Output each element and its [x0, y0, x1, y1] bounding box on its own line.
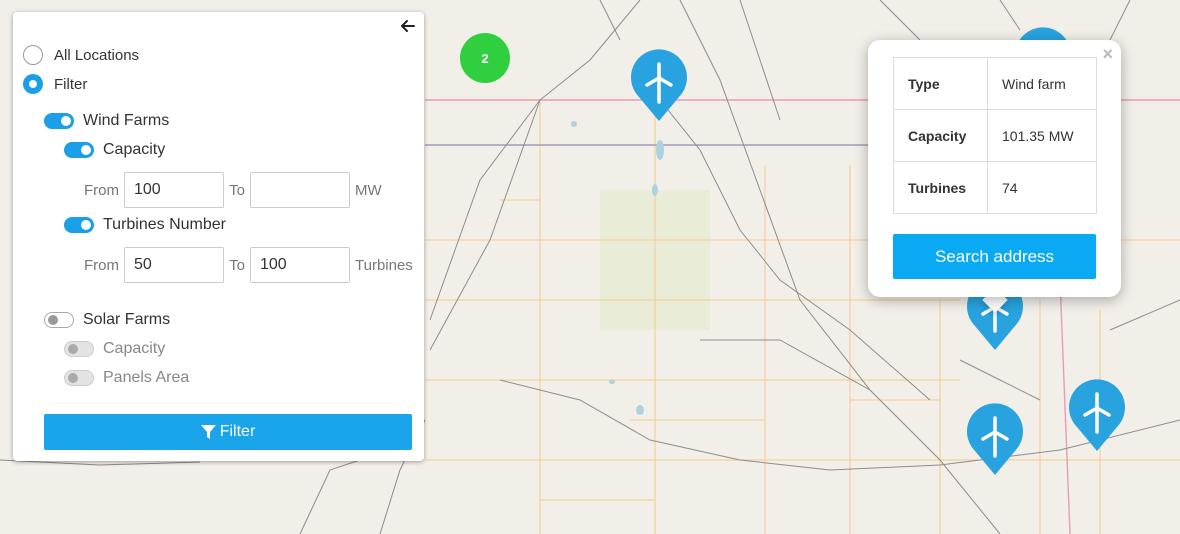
info-popup: × Type Wind farm Capacity 101.35 MW Turb… — [868, 40, 1121, 297]
toggle-switch — [64, 341, 94, 357]
toggle-wind-farms[interactable]: Wind Farms — [44, 112, 169, 130]
toggle-turbines-number[interactable]: Turbines Number — [64, 216, 226, 234]
unit-label: Turbines — [355, 256, 413, 274]
table-row: Turbines 74 — [893, 161, 1097, 214]
filter-button[interactable]: Filter — [44, 414, 412, 450]
to-label: To — [229, 181, 245, 199]
table-row: Type Wind farm — [893, 57, 1097, 110]
toggle-switch — [64, 370, 94, 386]
row-key: Turbines — [893, 161, 988, 214]
row-value: Wind farm — [987, 57, 1097, 110]
arrow-left-icon[interactable] — [398, 16, 418, 36]
radio-button[interactable] — [23, 45, 43, 65]
from-label: From — [84, 256, 119, 274]
capacity-range: From To MW — [84, 172, 382, 208]
toggle-switch[interactable] — [64, 142, 94, 158]
from-label: From — [84, 181, 119, 199]
wind-farm-marker[interactable] — [1068, 378, 1126, 452]
capacity-to-input[interactable] — [250, 172, 350, 208]
marker-cluster[interactable]: 2 — [460, 33, 510, 83]
turbines-from-input[interactable] — [124, 247, 224, 283]
row-value: 74 — [987, 161, 1097, 214]
toggle-label: Solar Farms — [83, 311, 171, 328]
funnel-icon — [200, 424, 216, 439]
wind-farm-marker[interactable] — [966, 402, 1024, 476]
toggle-label: Capacity — [103, 141, 166, 158]
radio-label: Filter — [54, 75, 88, 93]
popup-close-button[interactable]: × — [1102, 44, 1113, 65]
to-label: To — [229, 256, 245, 274]
toggle-solar-capacity: Capacity — [64, 340, 165, 358]
radio-all-locations[interactable]: All Locations — [23, 45, 139, 65]
info-table: Type Wind farm Capacity 101.35 MW Turbin… — [893, 57, 1097, 214]
wind-farm-marker[interactable] — [630, 48, 688, 122]
row-key: Type — [893, 57, 988, 110]
row-value: 101.35 MW — [987, 109, 1097, 162]
radio-filter[interactable]: Filter — [23, 74, 87, 94]
toggle-label: Turbines Number — [103, 216, 227, 233]
row-key: Capacity — [893, 109, 988, 162]
toggle-switch[interactable] — [44, 312, 74, 328]
turbines-range: From To Turbines — [84, 247, 413, 283]
toggle-label: Panels Area — [103, 369, 190, 386]
radio-label: All Locations — [54, 46, 140, 64]
toggle-label: Wind Farms — [83, 112, 170, 129]
unit-label: MW — [355, 181, 382, 199]
table-row: Capacity 101.35 MW — [893, 109, 1097, 162]
toggle-solar-farms[interactable]: Solar Farms — [44, 311, 170, 329]
capacity-from-input[interactable] — [124, 172, 224, 208]
turbines-to-input[interactable] — [250, 247, 350, 283]
toggle-label: Capacity — [103, 340, 166, 357]
toggle-switch[interactable] — [44, 113, 74, 129]
filter-panel: All Locations Filter Wind Farms Capacity… — [13, 12, 424, 461]
radio-button[interactable] — [23, 74, 43, 94]
filter-button-label: Filter — [219, 423, 256, 440]
toggle-wind-capacity[interactable]: Capacity — [64, 141, 165, 159]
toggle-switch[interactable] — [64, 217, 94, 233]
toggle-panels-area: Panels Area — [64, 369, 189, 387]
search-address-button[interactable]: Search address — [893, 234, 1096, 279]
